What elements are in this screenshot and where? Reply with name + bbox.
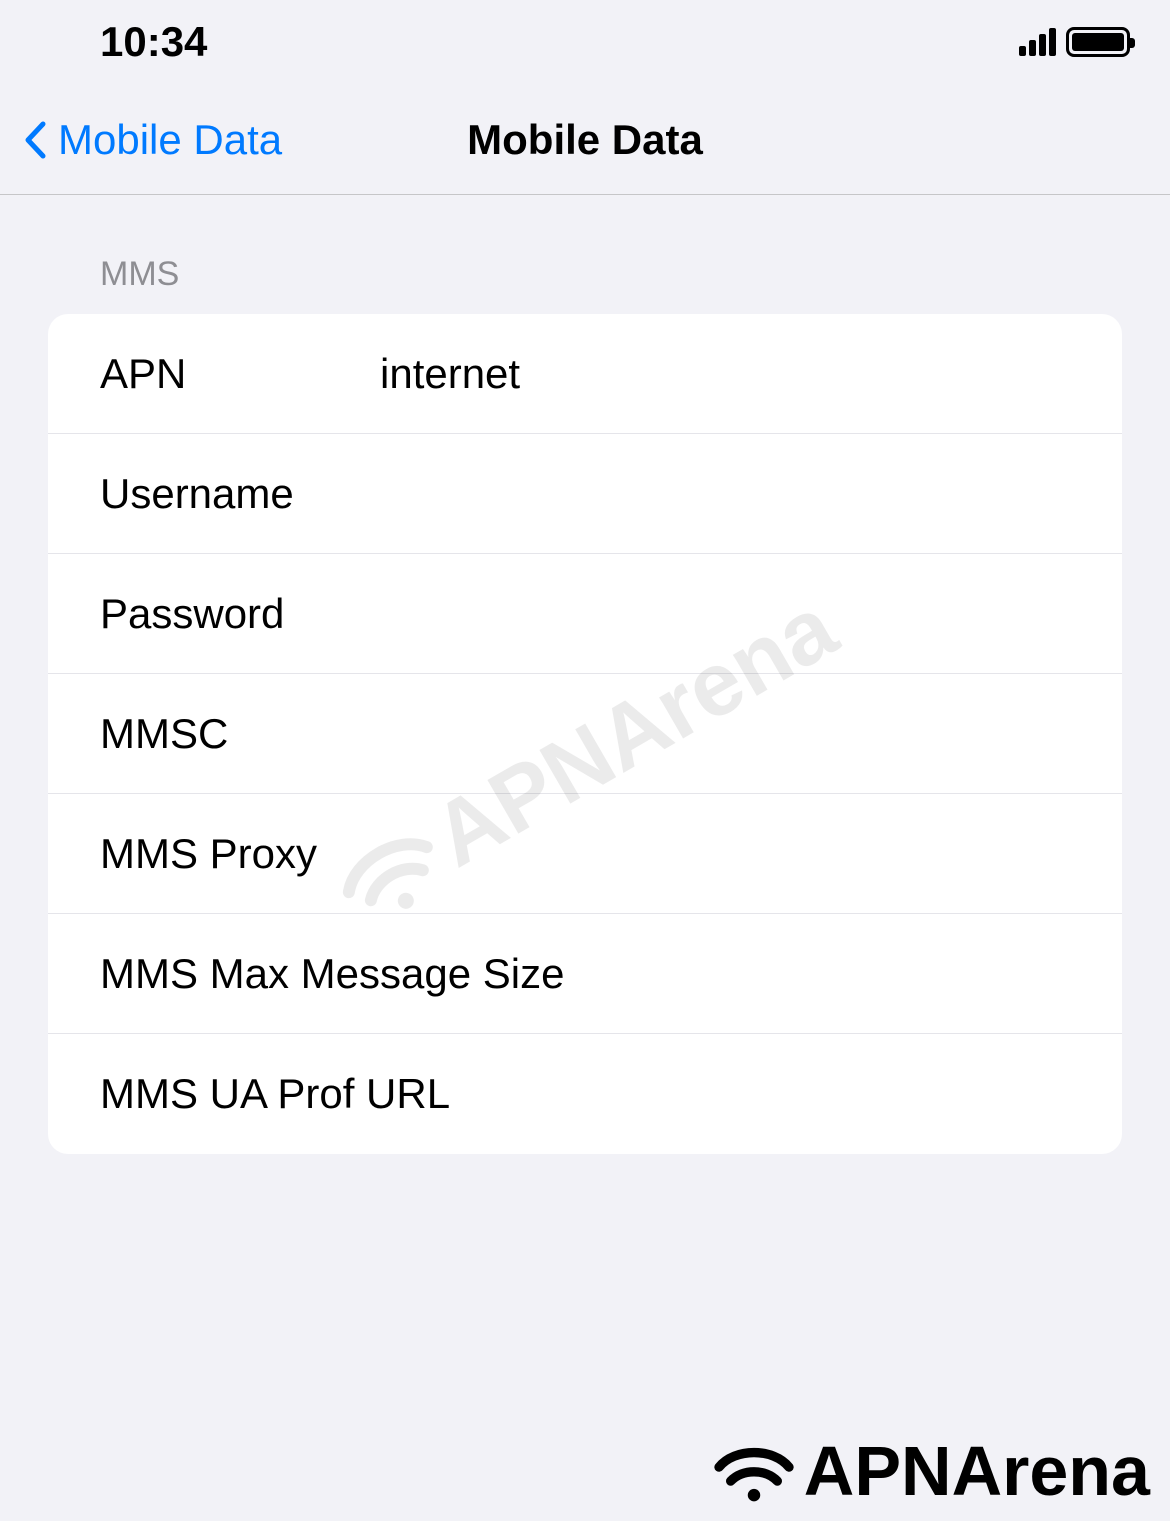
wifi-icon <box>709 1436 799 1506</box>
watermark-bottom: APNArena <box>709 1431 1150 1511</box>
input-mms-proxy[interactable] <box>380 830 1122 878</box>
cellular-signal-icon <box>1019 28 1056 56</box>
label-password: Password <box>100 590 380 638</box>
content-area: MMS APN Username Password MMSC MMS Proxy… <box>0 195 1170 1154</box>
row-mmsc[interactable]: MMSC <box>48 674 1122 794</box>
settings-group: APN Username Password MMSC MMS Proxy MMS… <box>48 314 1122 1154</box>
back-button[interactable]: Mobile Data <box>20 116 282 164</box>
row-apn[interactable]: APN <box>48 314 1122 434</box>
row-mms-proxy[interactable]: MMS Proxy <box>48 794 1122 914</box>
row-mms-max[interactable]: MMS Max Message Size <box>48 914 1122 1034</box>
status-bar: 10:34 <box>0 0 1170 76</box>
page-title: Mobile Data <box>467 116 703 164</box>
label-mms-max: MMS Max Message Size <box>100 950 564 998</box>
input-username[interactable] <box>380 470 1122 518</box>
section-header-mms: MMS <box>48 255 1122 314</box>
label-mms-ua: MMS UA Prof URL <box>100 1070 450 1118</box>
status-time: 10:34 <box>40 18 207 66</box>
input-mmsc[interactable] <box>380 710 1122 758</box>
chevron-left-icon <box>20 118 50 162</box>
back-label: Mobile Data <box>58 116 282 164</box>
label-mmsc: MMSC <box>100 710 380 758</box>
battery-icon <box>1066 27 1130 57</box>
label-mms-proxy: MMS Proxy <box>100 830 380 878</box>
input-mms-ua[interactable] <box>450 1070 1122 1118</box>
label-username: Username <box>100 470 380 518</box>
input-mms-max[interactable] <box>564 950 1122 998</box>
input-password[interactable] <box>380 590 1122 638</box>
row-username[interactable]: Username <box>48 434 1122 554</box>
input-apn[interactable] <box>380 350 1122 398</box>
navigation-bar: Mobile Data Mobile Data <box>0 76 1170 195</box>
row-mms-ua[interactable]: MMS UA Prof URL <box>48 1034 1122 1154</box>
label-apn: APN <box>100 350 380 398</box>
status-indicators <box>1019 27 1130 57</box>
row-password[interactable]: Password <box>48 554 1122 674</box>
